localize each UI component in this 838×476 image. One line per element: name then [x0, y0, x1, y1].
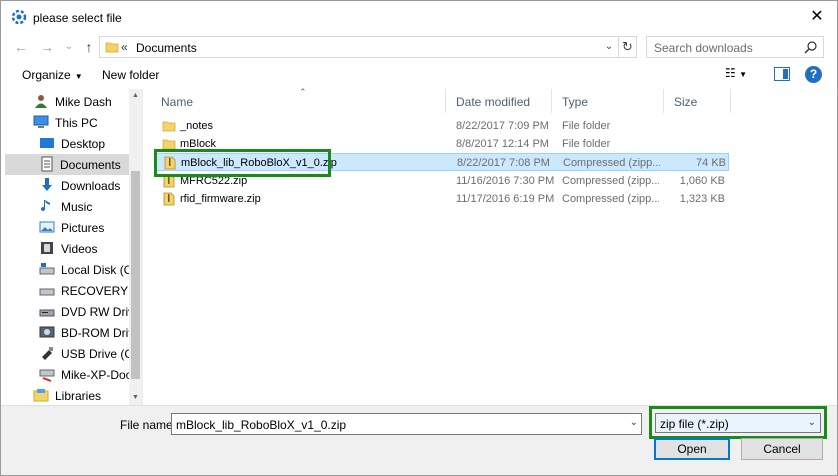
breadcrumb-documents[interactable]: Documents	[136, 41, 197, 55]
sidebar-item-mike-dash[interactable]: Mike Dash	[33, 91, 142, 112]
sidebar-item-mike-xp-docu[interactable]: Mike-XP-Docu	[39, 364, 142, 385]
file-name-label: File name:	[120, 418, 177, 432]
sidebar-item-downloads[interactable]: Downloads	[39, 175, 142, 196]
organize-button[interactable]: Organize ▼	[22, 68, 83, 82]
back-button[interactable]: ←	[11, 37, 31, 57]
file-type-select[interactable]: zip file (*.zip) ⌄	[655, 413, 821, 433]
usb-drive-icon	[42, 347, 53, 360]
pictures-icon	[39, 221, 55, 233]
sidebar-item-dvd-rw[interactable]: DVD RW Drive	[39, 301, 142, 322]
highlight-box-file-type: zip file (*.zip) ⌄	[649, 406, 827, 439]
sidebar-item-this-pc[interactable]: This PC	[33, 112, 142, 133]
caret-down-icon: ▼	[74, 72, 83, 81]
sidebar-item-libraries[interactable]: Libraries	[33, 385, 142, 405]
folder-icon	[162, 139, 176, 150]
breadcrumb-overflow[interactable]: «	[121, 40, 128, 54]
sidebar-item-music[interactable]: Music	[39, 196, 142, 217]
table-row-selected[interactable]: mBlock_lib_RoboBloX_v1_0.zip 8/22/2017 7…	[155, 153, 729, 171]
network-drive-icon	[39, 369, 55, 382]
sidebar-item-usb-drive[interactable]: USB Drive (G:)	[39, 343, 142, 364]
scroll-up-icon[interactable]: ▲	[129, 89, 142, 103]
details-view-icon: ☷	[725, 66, 736, 80]
window-title: please select file	[33, 11, 122, 25]
cancel-button[interactable]: Cancel	[741, 438, 823, 460]
dvd-drive-icon	[39, 309, 55, 317]
navigation-bar: ← → ⌄ ↑ « Documents ⌄ ↻ Search downloads	[1, 33, 837, 61]
folder-icon	[162, 121, 176, 132]
file-type-value: zip file (*.zip)	[660, 417, 729, 431]
column-header-type[interactable]: Type	[552, 89, 664, 113]
chevron-down-icon[interactable]: ⌄	[630, 417, 638, 428]
table-row[interactable]: MFRC522.zip 11/16/2016 7:30 PM Compresse…	[155, 172, 729, 190]
dialog-footer: File name: mBlock_lib_RoboBloX_v1_0.zip …	[1, 405, 837, 475]
organize-label: Organize	[22, 68, 71, 82]
close-button[interactable]: ✕	[807, 7, 827, 27]
drive-icon	[39, 288, 55, 296]
music-icon	[41, 200, 50, 212]
sidebar-item-bd-rom[interactable]: BD-ROM Drive	[39, 322, 142, 343]
title-bar: please select file ✕	[1, 1, 837, 33]
new-folder-button[interactable]: New folder	[102, 68, 159, 82]
change-view-button[interactable]: ☷ ▼	[725, 66, 757, 84]
file-name-value: mBlock_lib_RoboBloX_v1_0.zip	[176, 418, 347, 432]
file-list: Name ⌃ Date modified Type Size _notes 8/…	[151, 87, 837, 405]
libraries-icon	[33, 389, 49, 402]
sidebar-item-documents[interactable]: Documents	[5, 154, 129, 175]
open-button[interactable]: Open	[654, 438, 730, 460]
forward-button[interactable]: →	[37, 37, 57, 57]
local-disk-icon	[39, 263, 55, 275]
sort-ascending-icon: ⌃	[299, 87, 307, 97]
documents-icon	[41, 156, 53, 172]
zip-file-icon	[163, 174, 175, 188]
address-bar[interactable]: « Documents ⌄ ↻	[99, 36, 637, 58]
chevron-down-icon[interactable]: ⌄	[602, 39, 616, 55]
column-header-name[interactable]: Name ⌃	[151, 87, 446, 113]
videos-icon	[41, 242, 53, 254]
search-input[interactable]: Search downloads	[654, 41, 753, 55]
computer-icon	[33, 115, 49, 128]
folder-icon	[105, 42, 119, 53]
sidebar-item-pictures[interactable]: Pictures	[39, 217, 142, 238]
app-gear-icon	[11, 9, 27, 25]
file-name-field[interactable]: mBlock_lib_RoboBloX_v1_0.zip ⌄	[171, 413, 642, 435]
command-bar: Organize ▼ New folder ☷ ▼ ?	[1, 61, 837, 89]
column-header-size[interactable]: Size	[664, 89, 731, 113]
table-row[interactable]: _notes 8/22/2017 7:09 PM File folder	[155, 117, 729, 135]
scroll-down-icon[interactable]: ▼	[129, 391, 142, 405]
bd-drive-icon	[39, 326, 55, 338]
zip-file-icon	[164, 156, 176, 170]
downloads-icon	[42, 178, 52, 191]
table-row[interactable]: rfid_firmware.zip 11/17/2016 6:19 PM Com…	[155, 190, 729, 208]
up-button[interactable]: ↑	[79, 37, 99, 57]
caret-down-icon: ▼	[739, 70, 748, 79]
zip-file-icon	[163, 192, 175, 206]
chevron-down-icon[interactable]: ⌄	[808, 417, 816, 428]
sidebar-item-videos[interactable]: Videos	[39, 238, 142, 259]
sidebar-item-recovery[interactable]: RECOVERY (D:)	[39, 280, 142, 301]
file-dialog: please select file ✕ ← → ⌄ ↑ « Documents…	[0, 0, 838, 476]
search-box[interactable]: Search downloads	[646, 36, 824, 58]
sidebar-item-local-disk[interactable]: Local Disk (C:)	[39, 259, 142, 280]
sidebar-item-desktop[interactable]: Desktop	[39, 133, 142, 154]
desktop-icon	[40, 138, 54, 148]
column-header-date[interactable]: Date modified	[446, 89, 552, 113]
navigation-pane: Mike Dash This PC Desktop Documents Down…	[1, 89, 143, 405]
help-button[interactable]: ?	[805, 66, 822, 83]
search-icon[interactable]	[803, 39, 819, 55]
scrollbar-thumb[interactable]	[131, 171, 140, 379]
table-row[interactable]: mBlock 8/8/2017 12:14 PM File folder	[155, 135, 729, 153]
preview-pane-icon[interactable]	[774, 67, 790, 81]
sidebar-scrollbar[interactable]: ▲ ▼	[129, 89, 142, 405]
user-icon	[35, 95, 47, 108]
recent-locations-button[interactable]: ⌄	[59, 37, 79, 57]
refresh-icon[interactable]: ↻	[618, 37, 636, 57]
